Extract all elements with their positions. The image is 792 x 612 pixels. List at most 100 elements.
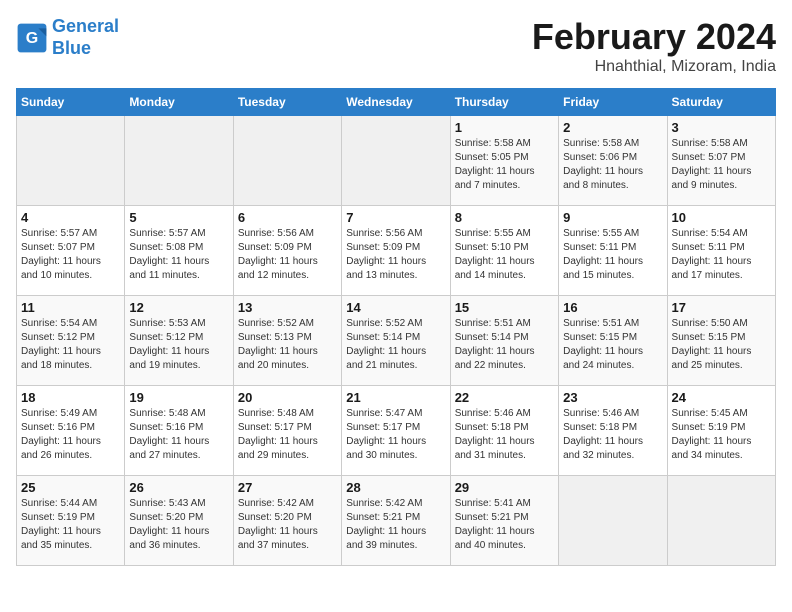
- logo-line2: Blue: [52, 38, 91, 58]
- calendar-cell: 7 Sunrise: 5:56 AM Sunset: 5:09 PM Daylig…: [342, 206, 450, 296]
- day-number: 23: [563, 390, 662, 405]
- calendar-cell: 24 Sunrise: 5:45 AM Sunset: 5:19 PM Dayli…: [667, 386, 775, 476]
- calendar-cell: 6 Sunrise: 5:56 AM Sunset: 5:09 PM Daylig…: [233, 206, 341, 296]
- location-subtitle: Hnahthial, Mizoram, India: [532, 58, 776, 76]
- day-number: 9: [563, 210, 662, 225]
- day-number: 24: [672, 390, 771, 405]
- day-detail: Sunrise: 5:57 AM Sunset: 5:08 PM Dayligh…: [129, 227, 228, 283]
- day-detail: Sunrise: 5:43 AM Sunset: 5:20 PM Dayligh…: [129, 497, 228, 553]
- calendar-cell: 22 Sunrise: 5:46 AM Sunset: 5:18 PM Dayli…: [450, 386, 558, 476]
- day-detail: Sunrise: 5:50 AM Sunset: 5:15 PM Dayligh…: [672, 317, 771, 373]
- calendar-cell: [233, 116, 341, 206]
- calendar-cell: 2 Sunrise: 5:58 AM Sunset: 5:06 PM Daylig…: [559, 116, 667, 206]
- day-number: 18: [21, 390, 120, 405]
- day-number: 2: [563, 120, 662, 135]
- day-detail: Sunrise: 5:57 AM Sunset: 5:07 PM Dayligh…: [21, 227, 120, 283]
- calendar-cell: 20 Sunrise: 5:48 AM Sunset: 5:17 PM Dayli…: [233, 386, 341, 476]
- calendar-cell: 21 Sunrise: 5:47 AM Sunset: 5:17 PM Dayli…: [342, 386, 450, 476]
- calendar-cell: [17, 116, 125, 206]
- day-detail: Sunrise: 5:53 AM Sunset: 5:12 PM Dayligh…: [129, 317, 228, 373]
- day-number: 15: [455, 300, 554, 315]
- day-detail: Sunrise: 5:46 AM Sunset: 5:18 PM Dayligh…: [455, 407, 554, 463]
- calendar-cell: 5 Sunrise: 5:57 AM Sunset: 5:08 PM Daylig…: [125, 206, 233, 296]
- day-number: 16: [563, 300, 662, 315]
- calendar-cell: [342, 116, 450, 206]
- day-detail: Sunrise: 5:47 AM Sunset: 5:17 PM Dayligh…: [346, 407, 445, 463]
- day-detail: Sunrise: 5:45 AM Sunset: 5:19 PM Dayligh…: [672, 407, 771, 463]
- calendar-cell: 23 Sunrise: 5:46 AM Sunset: 5:18 PM Dayli…: [559, 386, 667, 476]
- day-number: 12: [129, 300, 228, 315]
- calendar-cell: 19Sunrise: 5:48 AM Sunset: 5:16 PM Dayli…: [125, 386, 233, 476]
- weekday-header-wednesday: Wednesday: [342, 89, 450, 116]
- logo-icon: G: [16, 22, 48, 54]
- month-title: February 2024: [532, 16, 776, 58]
- calendar-header: SundayMondayTuesdayWednesdayThursdayFrid…: [17, 89, 776, 116]
- day-number: 4: [21, 210, 120, 225]
- calendar-cell: 27Sunrise: 5:42 AM Sunset: 5:20 PM Dayli…: [233, 476, 341, 566]
- calendar-cell: 8 Sunrise: 5:55 AM Sunset: 5:10 PM Daylig…: [450, 206, 558, 296]
- day-detail: Sunrise: 5:41 AM Sunset: 5:21 PM Dayligh…: [455, 497, 554, 553]
- calendar-cell: 9Sunrise: 5:55 AM Sunset: 5:11 PM Daylig…: [559, 206, 667, 296]
- calendar-cell: 1Sunrise: 5:58 AM Sunset: 5:05 PM Daylig…: [450, 116, 558, 206]
- day-detail: Sunrise: 5:56 AM Sunset: 5:09 PM Dayligh…: [238, 227, 337, 283]
- logo-text: General Blue: [52, 16, 119, 59]
- day-detail: Sunrise: 5:56 AM Sunset: 5:09 PM Dayligh…: [346, 227, 445, 283]
- calendar-cell: 16Sunrise: 5:51 AM Sunset: 5:15 PM Dayli…: [559, 296, 667, 386]
- weekday-header-saturday: Saturday: [667, 89, 775, 116]
- calendar-body: 1Sunrise: 5:58 AM Sunset: 5:05 PM Daylig…: [17, 116, 776, 566]
- day-detail: Sunrise: 5:52 AM Sunset: 5:13 PM Dayligh…: [238, 317, 337, 373]
- title-block: February 2024 Hnahthial, Mizoram, India: [532, 16, 776, 76]
- day-number: 17: [672, 300, 771, 315]
- day-detail: Sunrise: 5:49 AM Sunset: 5:16 PM Dayligh…: [21, 407, 120, 463]
- calendar-week-3: 18 Sunrise: 5:49 AM Sunset: 5:16 PM Dayli…: [17, 386, 776, 476]
- day-number: 21: [346, 390, 445, 405]
- calendar-cell: 29 Sunrise: 5:41 AM Sunset: 5:21 PM Dayli…: [450, 476, 558, 566]
- day-detail: Sunrise: 5:42 AM Sunset: 5:21 PM Dayligh…: [346, 497, 445, 553]
- calendar-cell: 17 Sunrise: 5:50 AM Sunset: 5:15 PM Dayli…: [667, 296, 775, 386]
- day-number: 13: [238, 300, 337, 315]
- weekday-header-sunday: Sunday: [17, 89, 125, 116]
- calendar-week-0: 1Sunrise: 5:58 AM Sunset: 5:05 PM Daylig…: [17, 116, 776, 206]
- svg-text:G: G: [26, 29, 38, 46]
- calendar-cell: 13 Sunrise: 5:52 AM Sunset: 5:13 PM Dayli…: [233, 296, 341, 386]
- day-detail: Sunrise: 5:58 AM Sunset: 5:06 PM Dayligh…: [563, 137, 662, 193]
- day-number: 11: [21, 300, 120, 315]
- day-detail: Sunrise: 5:52 AM Sunset: 5:14 PM Dayligh…: [346, 317, 445, 373]
- calendar-cell: 26 Sunrise: 5:43 AM Sunset: 5:20 PM Dayli…: [125, 476, 233, 566]
- weekday-header-tuesday: Tuesday: [233, 89, 341, 116]
- calendar-cell: [667, 476, 775, 566]
- calendar-cell: 12 Sunrise: 5:53 AM Sunset: 5:12 PM Dayli…: [125, 296, 233, 386]
- day-number: 22: [455, 390, 554, 405]
- calendar-cell: 4 Sunrise: 5:57 AM Sunset: 5:07 PM Daylig…: [17, 206, 125, 296]
- day-detail: Sunrise: 5:44 AM Sunset: 5:19 PM Dayligh…: [21, 497, 120, 553]
- calendar-cell: [559, 476, 667, 566]
- day-number: 6: [238, 210, 337, 225]
- calendar-week-2: 11Sunrise: 5:54 AM Sunset: 5:12 PM Dayli…: [17, 296, 776, 386]
- day-number: 26: [129, 480, 228, 495]
- day-number: 14: [346, 300, 445, 315]
- weekday-header-thursday: Thursday: [450, 89, 558, 116]
- day-number: 1: [455, 120, 554, 135]
- weekday-header-friday: Friday: [559, 89, 667, 116]
- day-number: 20: [238, 390, 337, 405]
- weekday-header-row: SundayMondayTuesdayWednesdayThursdayFrid…: [17, 89, 776, 116]
- day-detail: Sunrise: 5:55 AM Sunset: 5:10 PM Dayligh…: [455, 227, 554, 283]
- calendar-cell: 10Sunrise: 5:54 AM Sunset: 5:11 PM Dayli…: [667, 206, 775, 296]
- weekday-header-monday: Monday: [125, 89, 233, 116]
- calendar-week-4: 25Sunrise: 5:44 AM Sunset: 5:19 PM Dayli…: [17, 476, 776, 566]
- page-header: G General Blue February 2024 Hnahthial, …: [16, 16, 776, 76]
- day-detail: Sunrise: 5:48 AM Sunset: 5:17 PM Dayligh…: [238, 407, 337, 463]
- day-detail: Sunrise: 5:46 AM Sunset: 5:18 PM Dayligh…: [563, 407, 662, 463]
- day-number: 28: [346, 480, 445, 495]
- day-number: 10: [672, 210, 771, 225]
- day-number: 29: [455, 480, 554, 495]
- day-number: 8: [455, 210, 554, 225]
- day-number: 5: [129, 210, 228, 225]
- day-number: 7: [346, 210, 445, 225]
- calendar-cell: [125, 116, 233, 206]
- day-number: 19: [129, 390, 228, 405]
- calendar-cell: 3Sunrise: 5:58 AM Sunset: 5:07 PM Daylig…: [667, 116, 775, 206]
- logo-line1: General: [52, 16, 119, 36]
- calendar-cell: 25Sunrise: 5:44 AM Sunset: 5:19 PM Dayli…: [17, 476, 125, 566]
- day-detail: Sunrise: 5:51 AM Sunset: 5:14 PM Dayligh…: [455, 317, 554, 373]
